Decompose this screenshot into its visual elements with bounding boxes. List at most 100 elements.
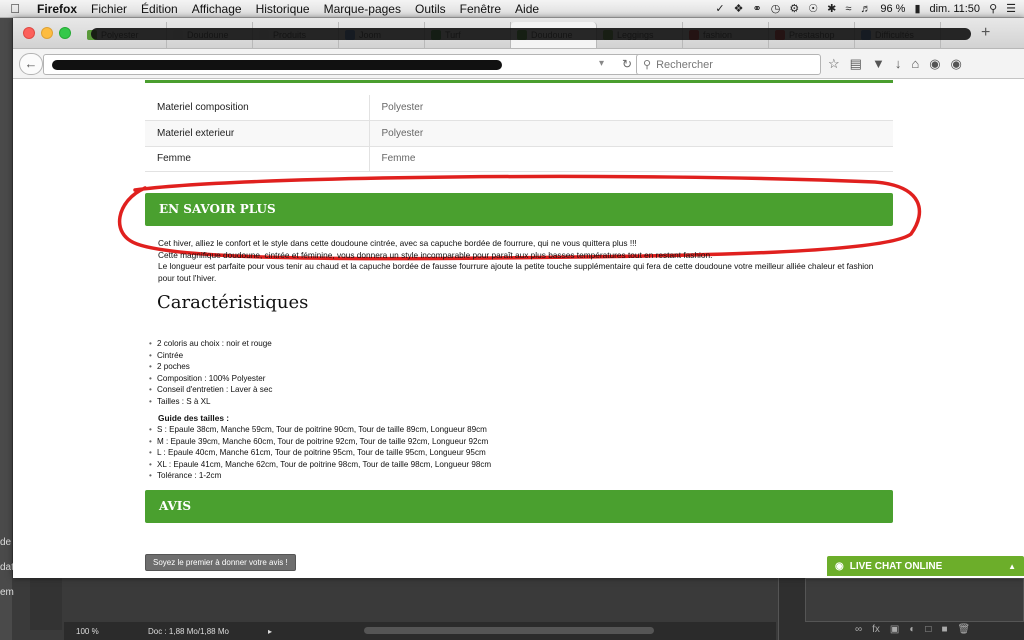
chat-bubble-icon: ◉ <box>835 560 844 572</box>
link-icon[interactable]: ∞ <box>855 624 862 635</box>
search-icon: ⚲ <box>643 59 652 71</box>
battery-icon[interactable]: ▮ <box>914 2 920 15</box>
spec-key: Femme <box>145 146 369 172</box>
folder-icon[interactable]: □ <box>925 624 931 635</box>
photoshop-panel-icons: ∞ fx ▣ ◐ □ ■ 🗑 <box>855 624 970 635</box>
product-description: Cet hiver, alliez le confort et le style… <box>158 238 888 284</box>
airdrop-icon[interactable]: ⚙ <box>789 2 799 15</box>
bluetooth-icon[interactable]: ✱ <box>827 2 836 15</box>
menu-edition[interactable]: Édition <box>134 2 185 16</box>
menu-outils[interactable]: Outils <box>408 2 453 16</box>
avis-header[interactable]: AVIS <box>145 490 893 523</box>
spec-key: Materiel exterieur <box>145 120 369 147</box>
features-list: 2 coloris au choix : noir et rouge Cintr… <box>147 338 272 408</box>
menubar-status-area: ✓ ❖ ⚭ ◷ ⚙ ☉ ✱ ≈ ♬ 96 % ▮ dim. 11:50 ⚲ ☰ <box>715 2 1024 16</box>
list-item: Conseil d'entretien : Laver à sec <box>147 384 272 396</box>
page-content: Materiel composition Polyester Materiel … <box>13 80 1024 578</box>
spec-value: Polyester <box>368 120 893 147</box>
list-item: Composition : 100% Polyester <box>147 373 272 385</box>
close-window-button[interactable] <box>23 27 35 39</box>
spec-value: Polyester <box>368 95 893 121</box>
timemachine-icon[interactable]: ◷ <box>771 2 781 15</box>
url-redaction <box>52 60 502 70</box>
new-layer-icon[interactable]: ■ <box>941 624 947 635</box>
menu-fichier[interactable]: Fichier <box>84 2 134 16</box>
description-line: Cet hiver, alliez le confort et le style… <box>158 238 637 248</box>
spec-value: Femme <box>368 146 893 172</box>
redaction-scribble <box>91 28 971 40</box>
url-bar[interactable]: ▾ ↻ <box>43 54 641 75</box>
list-item: 2 poches <box>147 361 272 373</box>
table-row: Femme Femme <box>145 146 893 172</box>
sync-icon[interactable]: ⚭ <box>753 2 762 15</box>
list-item: XL : Epaule 41cm, Manche 62cm, Tour de p… <box>147 459 491 471</box>
fx-icon[interactable]: fx <box>872 624 880 635</box>
write-review-button[interactable]: Soyez le premier à donner votre avis ! <box>145 554 296 571</box>
characteristics-heading: Caractéristiques <box>157 292 309 313</box>
photoshop-tools-panel <box>30 570 62 630</box>
mask-icon[interactable]: ▣ <box>890 624 899 635</box>
minimize-window-button[interactable] <box>41 27 53 39</box>
accessibility-icon[interactable]: ☉ <box>808 2 818 15</box>
url-dropdown-icon[interactable]: ▾ <box>599 58 604 69</box>
list-item: M : Epaule 39cm, Manche 60cm, Tour de po… <box>147 436 491 448</box>
menu-historique[interactable]: Historique <box>249 2 317 16</box>
size-guide-heading: Guide des tailles : <box>158 413 230 423</box>
menu-marque-pages[interactable]: Marque-pages <box>317 2 408 16</box>
table-row: Materiel exterieur Polyester <box>145 120 893 147</box>
mac-menu-bar:  Firefox Fichier Édition Affichage Hist… <box>0 0 1024 18</box>
status-arrow-icon[interactable]: ▸ <box>268 627 272 636</box>
toolbar-icons: ☆ ▤ ▼ ↓ ⌂ ◉ ◉ <box>828 56 962 72</box>
dropbox-icon[interactable]: ❖ <box>734 2 744 15</box>
adjustment-icon[interactable]: ◐ <box>909 624 915 635</box>
menu-app-name[interactable]: Firefox <box>30 2 84 16</box>
firefox-window: PolyesterDoudouneProduitsJoomTurfDoudoun… <box>13 18 1024 578</box>
en-savoir-plus-header[interactable]: EN SAVOIR PLUS <box>145 193 893 226</box>
doc-size: Doc : 1,88 Mo/1,88 Mo <box>148 626 229 636</box>
menu-affichage[interactable]: Affichage <box>185 2 249 16</box>
battery-percent[interactable]: 96 % <box>880 3 905 15</box>
reload-icon[interactable]: ↻ <box>622 57 632 71</box>
wifi-icon[interactable]: ≈ <box>845 3 851 15</box>
side-text-line: de <box>0 537 12 548</box>
product-specs-table: Materiel composition Polyester Materiel … <box>145 95 893 172</box>
checkmark-icon[interactable]: ✓ <box>715 2 724 15</box>
pocket-icon[interactable]: ▼ <box>872 56 885 72</box>
bookmark-star-icon[interactable]: ☆ <box>828 56 840 72</box>
menu-aide[interactable]: Aide <box>508 2 546 16</box>
volume-icon[interactable]: ♬ <box>860 3 871 15</box>
reading-list-icon[interactable]: ▤ <box>850 56 862 72</box>
side-text-line: dat <box>0 562 14 573</box>
navigation-bar: ← ▾ ↻ ⚲ Rechercher ☆ ▤ ▼ ↓ ⌂ ◉ ◉ <box>13 49 1024 79</box>
live-chat-widget[interactable]: ◉ LIVE CHAT ONLINE ▲ <box>827 556 1024 576</box>
chevron-up-icon[interactable]: ▲ <box>1008 562 1016 571</box>
download-icon[interactable]: ↓ <box>895 56 902 72</box>
back-button[interactable]: ← <box>19 53 43 75</box>
home-icon[interactable]: ⌂ <box>911 56 919 72</box>
menu-fenetre[interactable]: Fenêtre <box>453 2 508 16</box>
zoom-level[interactable]: 100 % <box>64 627 108 636</box>
table-row: Materiel composition Polyester <box>145 95 893 121</box>
live-chat-label: LIVE CHAT ONLINE <box>849 560 943 572</box>
size-guide-list: S : Epaule 38cm, Manche 59cm, Tour de po… <box>147 424 491 482</box>
search-placeholder: Rechercher <box>656 58 713 71</box>
photoshop-side-text: de dat em <box>0 530 14 605</box>
list-item: Cintrée <box>147 350 272 362</box>
description-line: Cette magnifique doudoune, cintrée et fé… <box>158 249 713 260</box>
side-text-line: em <box>0 587 14 598</box>
list-item: Tailles : S à XL <box>147 396 272 408</box>
clock[interactable]: dim. 11:50 <box>930 3 981 15</box>
search-input[interactable]: ⚲ Rechercher <box>636 54 821 75</box>
list-item: 2 coloris au choix : noir et rouge <box>147 338 272 350</box>
horizontal-scrollbar[interactable] <box>364 627 654 634</box>
list-item: Tolérance : 1-2cm <box>147 470 491 482</box>
spotlight-icon[interactable]: ⚲ <box>989 2 997 15</box>
new-tab-button[interactable]: + <box>981 24 990 42</box>
maximize-window-button[interactable] <box>59 27 71 39</box>
apple-icon[interactable]:  <box>0 1 30 16</box>
addon-icon[interactable]: ◉ <box>951 56 962 72</box>
notification-center-icon[interactable]: ☰ <box>1006 2 1016 15</box>
chat-icon[interactable]: ◉ <box>929 56 940 72</box>
trash-icon[interactable]: 🗑 <box>958 624 971 635</box>
list-item: L : Epaule 40cm, Manche 61cm, Tour de po… <box>147 447 491 459</box>
